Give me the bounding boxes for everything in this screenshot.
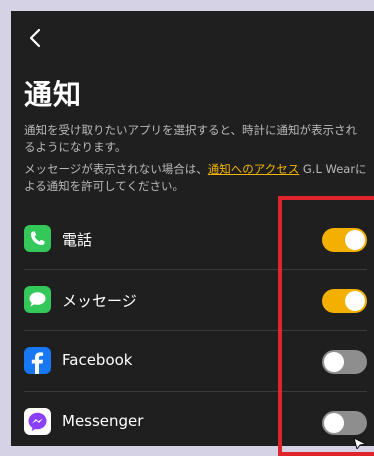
message-app-icon bbox=[24, 286, 51, 313]
toggle-highlight-box bbox=[278, 196, 374, 456]
app-label: Messenger bbox=[62, 412, 144, 430]
back-button[interactable] bbox=[23, 25, 49, 51]
description-help: メッセージが表示されない場合は、通知へのアクセス G.L Wearによる通知を許… bbox=[24, 161, 367, 195]
description-text: 通知を受け取りたいアプリを選択すると、時計に通知が表示されるようになります。 bbox=[24, 123, 358, 154]
app-label: Facebook bbox=[62, 351, 133, 369]
help-text-start: メッセージが表示されない場合は、 bbox=[24, 162, 208, 176]
app-label: メッセージ bbox=[62, 292, 137, 310]
notification-access-link[interactable]: 通知へのアクセス bbox=[208, 162, 299, 176]
phone-app-icon bbox=[24, 225, 51, 252]
pointer-cursor-icon bbox=[353, 437, 367, 449]
facebook-app-icon bbox=[24, 347, 51, 374]
chevron-left-icon bbox=[29, 28, 41, 48]
messenger-app-icon bbox=[24, 408, 51, 435]
page-title: 通知 bbox=[24, 78, 83, 111]
description: 通知を受け取りたいアプリを選択すると、時計に通知が表示されるようになります。 メ… bbox=[24, 122, 367, 200]
app-label: 電話 bbox=[62, 231, 93, 249]
